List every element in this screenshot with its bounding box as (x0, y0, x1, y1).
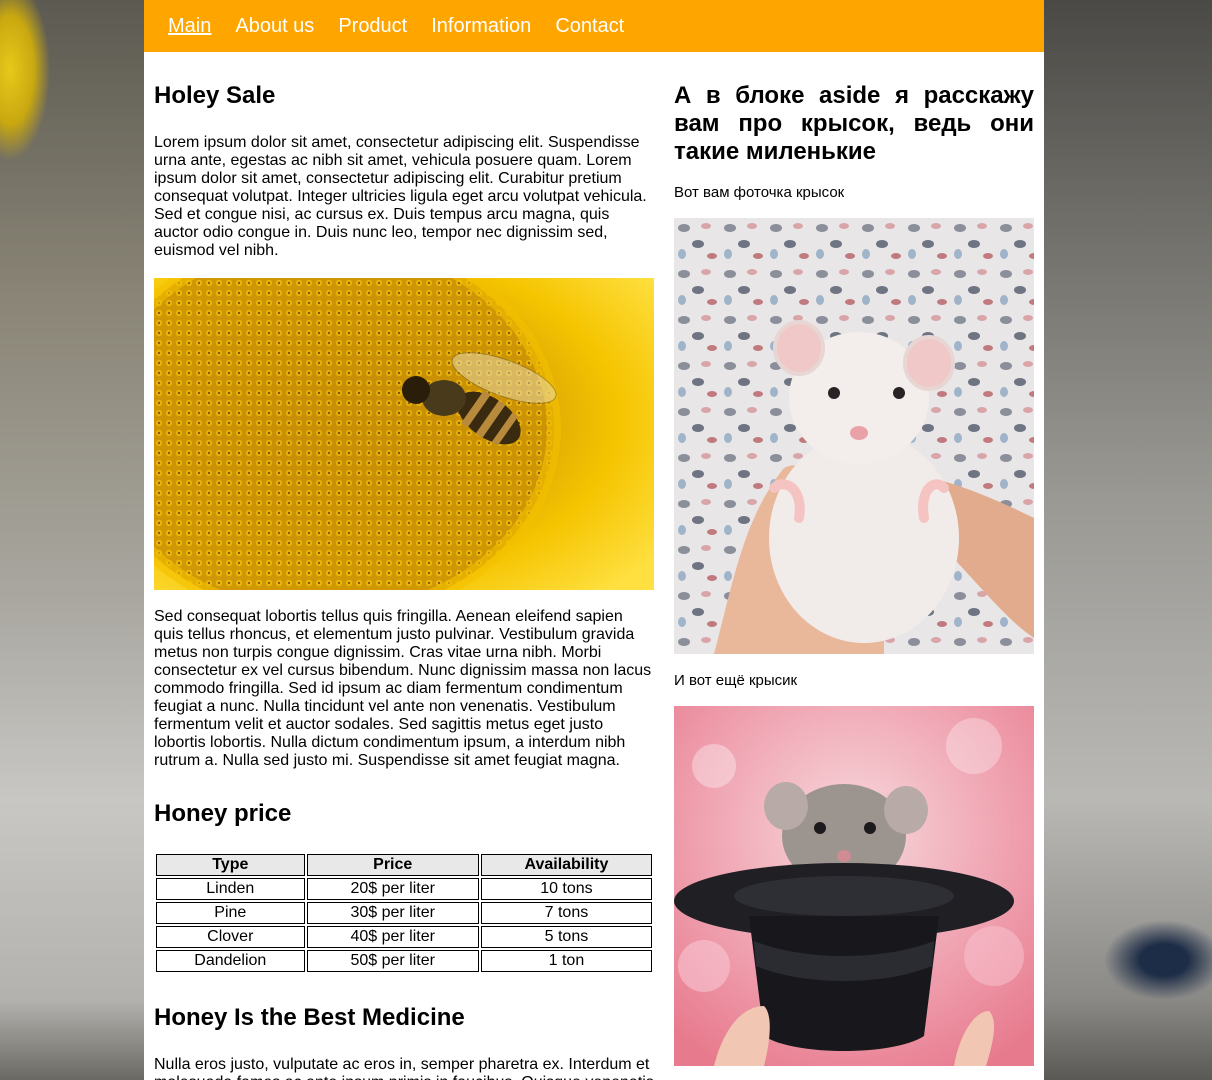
table-cell: Clover (156, 926, 305, 948)
page-container: Main About us Product Information Contac… (144, 0, 1044, 1080)
table-cell: 20$ per liter (306, 878, 479, 900)
table-cell: 40$ per liter (306, 926, 479, 948)
column-header-availability: Availability (480, 854, 652, 876)
table-row: Dandelion 50$ per liter 1 ton (156, 950, 652, 972)
aside-caption-1: Вот вам фоточка крысок (674, 184, 845, 201)
column-header-type: Type (156, 854, 305, 876)
nav-link-product[interactable]: Product (338, 0, 407, 52)
paragraph-body: Sed consequat lobortis tellus quis fring… (154, 608, 652, 769)
table-cell: Pine (156, 902, 305, 924)
nav-link-information[interactable]: Information (431, 0, 531, 52)
nav-link-main[interactable]: Main (168, 0, 211, 52)
nav-link-contact[interactable]: Contact (555, 0, 624, 52)
table-row: Pine 30$ per liter 7 tons (156, 902, 652, 924)
rat-in-hands-image (674, 218, 1034, 654)
heading-honey-medicine: Honey Is the Best Medicine (154, 1004, 465, 1031)
paragraph-medicine: Nulla eros justo, vulputate ac eros in, … (154, 1056, 654, 1080)
aside-block: А в блоке aside я расскажу вам про крысо… (674, 52, 1034, 1066)
background-left (0, 0, 144, 1080)
background-right (1044, 0, 1212, 1080)
bee-sunflower-image (154, 278, 654, 590)
paragraph-intro: Lorem ipsum dolor sit amet, consectetur … (154, 134, 647, 259)
table-cell: Dandelion (156, 950, 305, 972)
rat-in-hat-image (674, 706, 1034, 1066)
table-cell: 7 tons (480, 902, 652, 924)
table-row: Clover 40$ per liter 5 tons (156, 926, 652, 948)
table-cell: 10 tons (480, 878, 652, 900)
nav-link-about[interactable]: About us (235, 0, 314, 52)
column-header-price: Price (306, 854, 479, 876)
table-cell: 30$ per liter (306, 902, 479, 924)
aside-heading: А в блоке aside я расскажу вам про крысо… (674, 82, 1034, 165)
table-header-row: Type Price Availability (156, 854, 652, 876)
table-cell: 5 tons (480, 926, 652, 948)
heading-honey-price: Honey price (154, 800, 292, 827)
top-nav: Main About us Product Information Contac… (144, 0, 1044, 52)
table-cell: Linden (156, 878, 305, 900)
honey-price-table: Type Price Availability Linden 20$ per l… (154, 852, 654, 974)
main-content: Holey Sale Lorem ipsum dolor sit amet, c… (154, 52, 654, 1080)
table-cell: 50$ per liter (306, 950, 479, 972)
table-row: Linden 20$ per liter 10 tons (156, 878, 652, 900)
heading-holey-sale: Holey Sale (154, 82, 276, 109)
aside-caption-2: И вот ещё крысик (674, 672, 798, 689)
table-cell: 1 ton (480, 950, 652, 972)
